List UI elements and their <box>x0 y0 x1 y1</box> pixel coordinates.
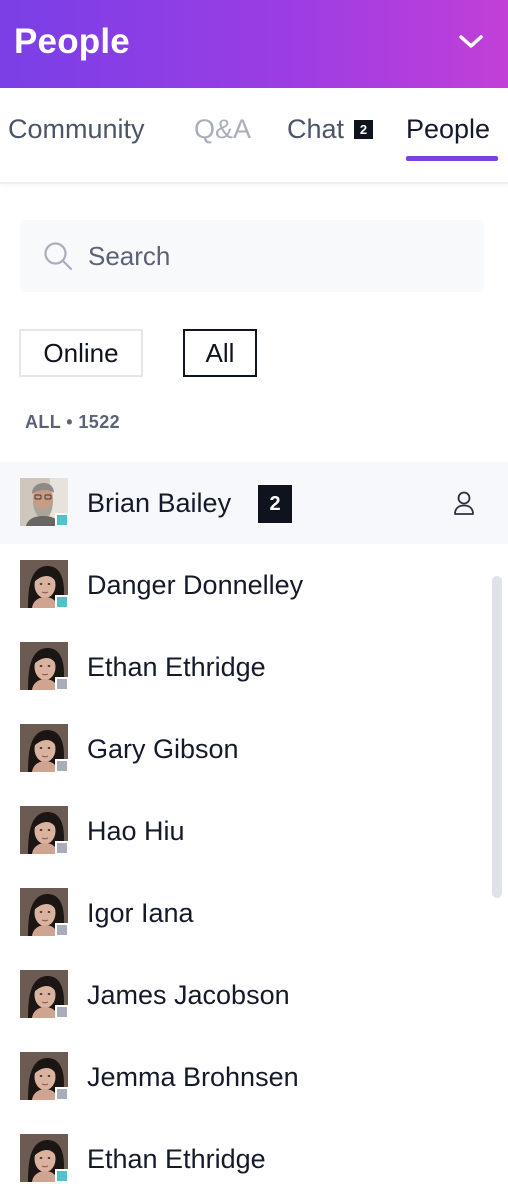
person-name: Gary Gibson <box>87 734 239 764</box>
offline-status-indicator <box>55 677 69 691</box>
person-name: Ethan Ethridge <box>87 1144 266 1174</box>
online-status-indicator <box>55 513 69 527</box>
person-name: Igor Iana <box>87 898 194 928</box>
tab-bar: Community Q&A Chat 2 People <box>0 88 508 184</box>
panel-header: People <box>0 0 508 88</box>
person-row[interactable]: Ethan Ethridge <box>0 626 508 708</box>
offline-status-indicator <box>55 759 69 773</box>
people-count-label: ALL • 1522 <box>25 412 121 432</box>
avatar <box>20 560 69 609</box>
offline-status-indicator <box>55 1005 69 1019</box>
unread-message-badge: 2 <box>258 485 292 523</box>
chevron-down-icon[interactable] <box>456 27 486 57</box>
offline-status-indicator <box>55 1087 69 1101</box>
filter-all-button[interactable]: All <box>183 329 257 377</box>
filter-online-button[interactable]: Online <box>19 329 143 377</box>
person-row[interactable]: Ethan Ethridge <box>0 1118 508 1192</box>
person-name: Brian Bailey <box>87 488 232 518</box>
avatar <box>20 806 69 855</box>
avatar <box>20 642 69 691</box>
person-row[interactable]: Jemma Brohnsen <box>0 1036 508 1118</box>
user-profile-icon[interactable] <box>452 490 476 516</box>
person-name: Jemma Brohnsen <box>87 1062 299 1092</box>
online-status-indicator <box>55 1169 69 1183</box>
offline-status-indicator <box>55 841 69 855</box>
person-name: Danger Donnelley <box>87 570 304 600</box>
chat-unread-badge: 2 <box>354 120 374 139</box>
search-box[interactable] <box>20 220 484 292</box>
tab-community[interactable]: Community <box>8 114 145 145</box>
tab-chat[interactable]: Chat 2 <box>287 114 374 145</box>
person-row[interactable]: Brian Bailey 2 <box>0 462 508 544</box>
tab-people[interactable]: People <box>406 114 490 145</box>
person-name: Ethan Ethridge <box>87 652 266 682</box>
scrollbar[interactable] <box>492 576 502 898</box>
offline-status-indicator <box>55 923 69 937</box>
search-input[interactable] <box>88 240 448 272</box>
tab-chat-label: Chat <box>287 114 345 144</box>
panel-title: People <box>14 22 130 61</box>
person-name: James Jacobson <box>87 980 290 1010</box>
avatar <box>20 970 69 1019</box>
avatar <box>20 1052 69 1101</box>
online-status-indicator <box>55 595 69 609</box>
person-row[interactable]: James Jacobson <box>0 954 508 1036</box>
person-row[interactable]: Igor Iana <box>0 872 508 954</box>
avatar <box>20 478 69 527</box>
avatar <box>20 724 69 773</box>
person-row[interactable]: Danger Donnelley <box>0 544 508 626</box>
active-tab-indicator <box>406 156 498 161</box>
search-icon <box>44 242 73 271</box>
person-name: Hao Hiu <box>87 816 185 846</box>
person-row[interactable]: Gary Gibson <box>0 708 508 790</box>
tab-qa[interactable]: Q&A <box>194 114 251 145</box>
avatar <box>20 1134 69 1183</box>
person-row[interactable]: Hao Hiu <box>0 790 508 872</box>
avatar <box>20 888 69 937</box>
